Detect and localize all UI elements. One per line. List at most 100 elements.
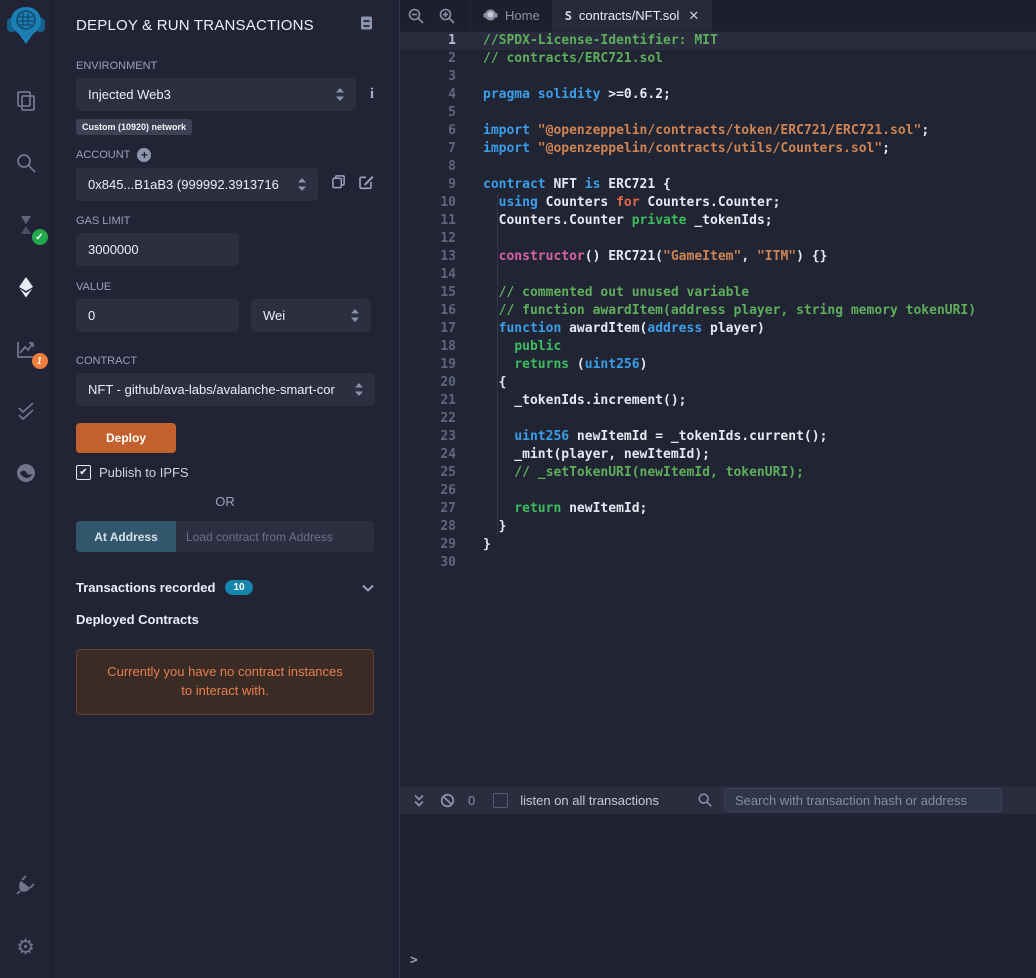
code-line[interactable]: 26 — [400, 482, 1036, 500]
code-line[interactable]: 28 } — [400, 518, 1036, 536]
settings-gear-icon[interactable]: ⚙ — [6, 927, 46, 967]
code-line[interactable]: 23 uint256 newItemId = _tokenIds.current… — [400, 428, 1036, 446]
environment-select[interactable]: Injected Web3 — [76, 78, 356, 111]
solidity-compiler-icon[interactable]: ✓ — [6, 205, 48, 245]
publish-ipfs-checkbox[interactable] — [76, 465, 91, 480]
code-line[interactable]: 3 — [400, 68, 1036, 86]
terminal-search-input[interactable] — [724, 788, 1002, 812]
code-line[interactable]: 7 import "@openzeppelin/contracts/utils/C… — [400, 140, 1036, 158]
plugin-manager-icon[interactable] — [6, 865, 46, 905]
at-address-input[interactable] — [176, 521, 374, 552]
home-logo-icon — [483, 9, 498, 21]
code-line[interactable]: 27 return newItemId; — [400, 500, 1036, 518]
editor-column: Home S contracts/NFT.sol ✕ 1//SPDX-Licen… — [400, 0, 1036, 978]
analysis-count-badge: 1 — [31, 353, 48, 369]
code-line[interactable]: 8 — [400, 158, 1036, 176]
account-select[interactable]: 0x845...B1aB3 (999992.3913716 — [76, 168, 318, 201]
code-line[interactable]: 24 _mint(player, newItemId); — [400, 446, 1036, 464]
chevron-down-icon[interactable] — [362, 584, 374, 592]
copy-account-icon[interactable] — [331, 174, 346, 195]
deploy-button[interactable]: Deploy — [76, 423, 176, 453]
unit-testing-icon[interactable] — [6, 391, 46, 431]
documentation-book-icon[interactable] — [359, 15, 374, 36]
remix-logo[interactable] — [6, 4, 46, 48]
tab-home[interactable]: Home — [470, 0, 553, 31]
code-line[interactable]: 4 pragma solidity >=0.6.2; — [400, 86, 1036, 104]
code-line[interactable]: 1//SPDX-License-Identifier: MIT — [400, 32, 1036, 50]
terminal-search-icon — [696, 792, 714, 808]
code-editor[interactable]: 1//SPDX-License-Identifier: MIT 2// contr… — [400, 31, 1036, 786]
code-line[interactable]: 25 // _setTokenURI(newItemId, tokenURI); — [400, 464, 1036, 482]
search-icon[interactable] — [6, 143, 46, 183]
at-address-button[interactable]: At Address — [76, 521, 176, 552]
terminal-prompt: > — [410, 953, 418, 968]
value-unit: Wei — [263, 308, 286, 323]
file-explorer-icon[interactable] — [6, 81, 46, 121]
transactions-recorded-row[interactable]: Transactions recorded 10 — [76, 580, 374, 595]
terminal-output[interactable]: > — [400, 814, 1036, 978]
clear-console-icon[interactable] — [438, 793, 456, 808]
value-unit-select[interactable]: Wei — [251, 299, 371, 332]
code-line[interactable]: 14 — [400, 266, 1036, 284]
close-tab-icon[interactable]: ✕ — [688, 8, 699, 24]
collapse-terminal-icon[interactable] — [410, 793, 428, 808]
select-caret-icon — [355, 383, 363, 396]
environment-value: Injected Web3 — [88, 87, 171, 102]
code-line[interactable]: 11 Counters.Counter private _tokenIds; — [400, 212, 1036, 230]
deploy-run-panel: DEPLOY & RUN TRANSACTIONS ENVIRONMENT In… — [52, 0, 400, 978]
code-line[interactable]: 12 — [400, 230, 1036, 248]
remix-ide-window: ✓ 1 ⚙ DEPLOY & RUN TRANSACTIONS ENVIRONM… — [0, 0, 1036, 978]
tab-bar: Home S contracts/NFT.sol ✕ — [400, 0, 1036, 31]
publish-ipfs-label: Publish to IPFS — [99, 465, 189, 480]
code-line[interactable]: 16 // function awardItem(address player,… — [400, 302, 1036, 320]
code-line[interactable]: 13 constructor() ERC721("GameItem", "ITM… — [400, 248, 1036, 266]
edit-account-icon[interactable] — [358, 174, 374, 195]
solidity-file-icon: S — [564, 8, 572, 23]
environment-info-icon[interactable]: i — [370, 86, 374, 103]
account-value: 0x845...B1aB3 (999992.3913716 — [88, 177, 279, 192]
deploy-run-icon[interactable] — [6, 267, 46, 307]
code-line[interactable]: 22 — [400, 410, 1036, 428]
code-line[interactable]: 9 contract NFT is ERC721 { — [400, 176, 1036, 194]
code-line[interactable]: 17 function awardItem(address player) — [400, 320, 1036, 338]
terminal-toolbar: 0 listen on all transactions — [400, 786, 1036, 814]
code-line[interactable]: 15 // commented out unused variable — [400, 284, 1036, 302]
code-line[interactable]: 5 — [400, 104, 1036, 122]
code-line[interactable]: 20 { — [400, 374, 1036, 392]
contract-select[interactable]: NFT - github/ava-labs/avalanche-smart-co… — [76, 373, 375, 406]
value-label: VALUE — [76, 281, 112, 293]
code-line[interactable]: 2// contracts/ERC721.sol — [400, 50, 1036, 68]
select-caret-icon — [335, 88, 344, 101]
panel-title: DEPLOY & RUN TRANSACTIONS — [76, 17, 314, 34]
account-label: ACCOUNT — [76, 149, 131, 161]
code-line[interactable]: 6 import "@openzeppelin/contracts/token/E… — [400, 122, 1036, 140]
pending-tx-count: 0 — [468, 792, 476, 808]
icon-panel: ✓ 1 ⚙ — [0, 0, 52, 978]
zoom-out-icon[interactable] — [400, 0, 431, 31]
account-label-row: ACCOUNT + — [76, 148, 374, 162]
gas-limit-input[interactable] — [76, 233, 239, 266]
deployed-contracts-label: Deployed Contracts — [76, 612, 199, 627]
zoom-in-icon[interactable] — [431, 0, 462, 31]
value-input[interactable] — [76, 299, 239, 332]
add-account-icon[interactable]: + — [137, 148, 152, 162]
environment-label: ENVIRONMENT — [76, 60, 158, 72]
code-line[interactable]: 29} — [400, 536, 1036, 554]
static-analysis-icon[interactable]: 1 — [6, 329, 48, 369]
tab-home-label: Home — [505, 8, 540, 23]
contract-label: CONTRACT — [76, 355, 138, 367]
listen-all-checkbox[interactable] — [493, 792, 509, 808]
no-instances-message: Currently you have no contract instances… — [76, 649, 374, 715]
select-caret-icon — [298, 178, 306, 191]
network-badge: Custom (10920) network — [76, 119, 193, 135]
sourcify-icon[interactable] — [6, 453, 46, 493]
code-line[interactable]: 18 public — [400, 338, 1036, 356]
compiled-check-badge: ✓ — [31, 229, 48, 245]
contract-value: NFT - github/ava-labs/avalanche-smart-co… — [88, 382, 335, 397]
code-line[interactable]: 30 — [400, 554, 1036, 572]
tab-nft-sol[interactable]: S contracts/NFT.sol ✕ — [552, 0, 713, 31]
code-line[interactable]: 19 returns (uint256) — [400, 356, 1036, 374]
transactions-count-badge: 10 — [225, 580, 253, 595]
code-line[interactable]: 21 _tokenIds.increment(); — [400, 392, 1036, 410]
code-line[interactable]: 10 using Counters for Counters.Counter; — [400, 194, 1036, 212]
